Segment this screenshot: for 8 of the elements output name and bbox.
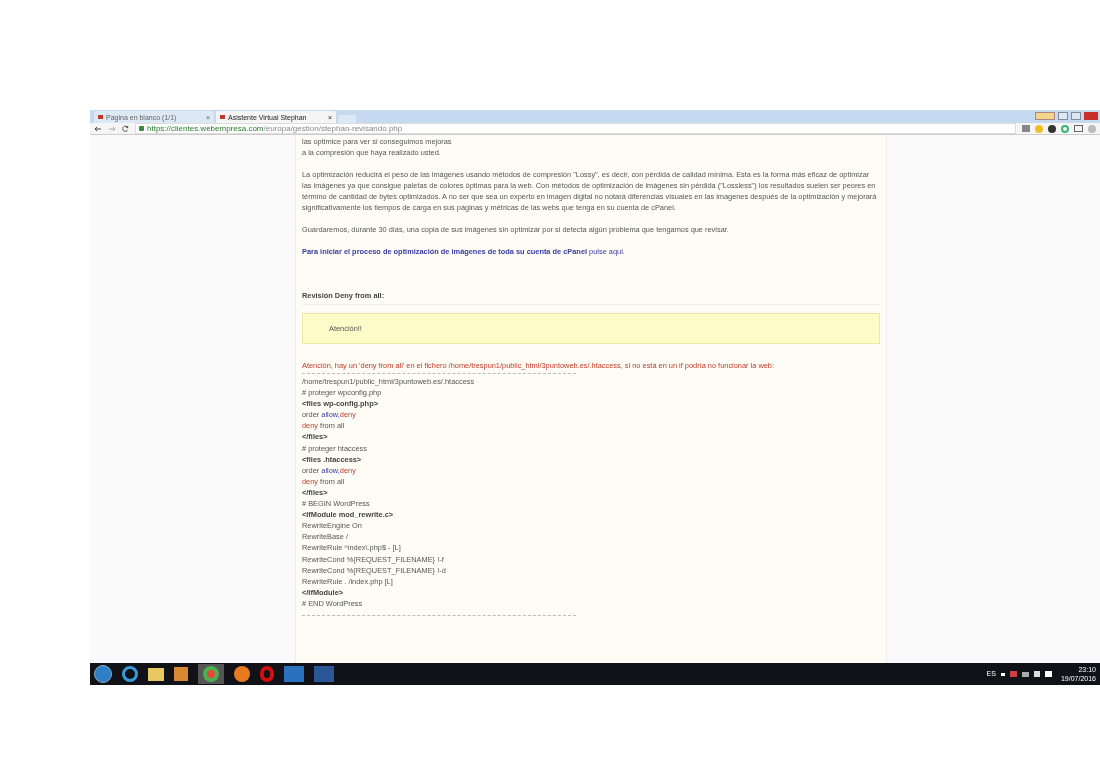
reload-icon[interactable] [122,125,129,132]
back-icon[interactable] [94,125,102,132]
maximize-button[interactable] [1071,112,1081,120]
site-logo-icon [220,115,225,119]
forward-icon[interactable] [108,125,116,132]
site-logo-icon [98,115,103,119]
address-bar[interactable]: https://clientes.webempresa.com/europa/gestion/stephan-revisando.php [135,123,1016,134]
start-button[interactable] [94,665,112,683]
